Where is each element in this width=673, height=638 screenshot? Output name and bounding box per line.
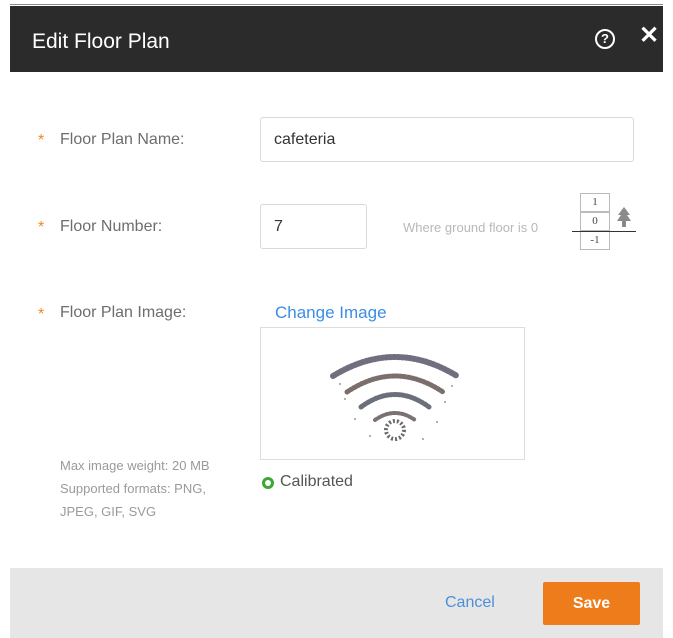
dialog-header: Edit Floor Plan ? ✕ — [10, 6, 663, 72]
floor-number-input[interactable] — [260, 204, 367, 249]
tree-icon — [617, 207, 631, 227]
calibrated-check-icon — [262, 477, 274, 489]
floor-plan-image-preview — [260, 327, 525, 460]
required-marker: * — [38, 219, 45, 236]
dialog-title: Edit Floor Plan — [32, 30, 170, 53]
ground-line — [572, 231, 636, 232]
required-marker: * — [38, 306, 45, 323]
wifi-crowd-image — [330, 354, 460, 441]
floor-plan-name-label: Floor Plan Name: — [60, 131, 185, 148]
floor-stack-ground: 0 — [580, 212, 610, 231]
floor-number-label: Floor Number: — [60, 218, 163, 235]
required-marker: * — [38, 132, 45, 149]
floor-stack-bottom: -1 — [580, 231, 610, 250]
floor-stack-top: 1 — [580, 193, 610, 212]
ground-floor-hint: Where ground floor is 0 — [403, 220, 539, 235]
close-icon[interactable]: ✕ — [639, 24, 659, 48]
change-image-link[interactable]: Change Image — [275, 303, 387, 323]
max-weight-note: Max image weight: 20 MB — [60, 458, 210, 473]
cancel-button[interactable]: Cancel — [445, 594, 495, 612]
help-icon[interactable]: ? — [595, 29, 615, 49]
floor-plan-image-label: Floor Plan Image: — [60, 304, 187, 321]
floor-plan-name-input[interactable] — [260, 117, 634, 162]
formats-note: Supported formats: PNG, — [60, 481, 206, 496]
floor-stack-diagram: 1 0 -1 — [580, 193, 610, 251]
calibrated-status: Calibrated — [280, 473, 353, 490]
save-button[interactable]: Save — [543, 582, 640, 625]
formats-note-cont: JPEG, GIF, SVG — [60, 504, 157, 519]
